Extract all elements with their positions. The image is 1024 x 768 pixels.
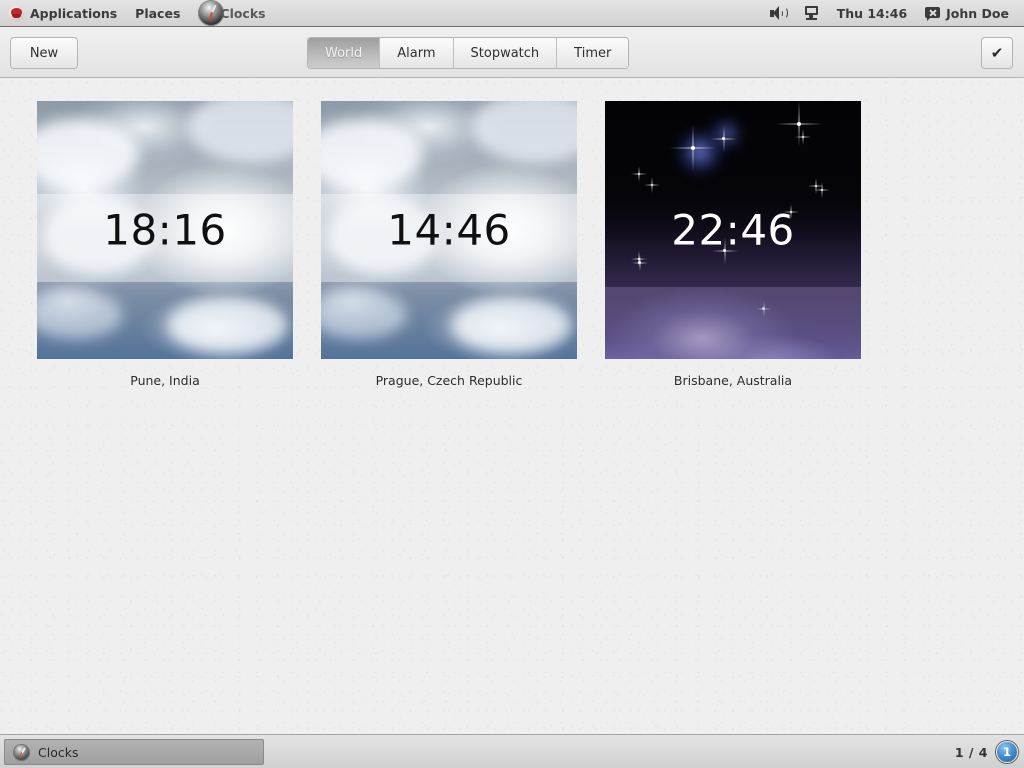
world-clocks-view: 18:16 Pune, India 14:46 Prague, Czech Re… [0,79,1024,734]
star [821,189,823,191]
clock-location-label: Pune, India [130,373,200,388]
clock-icon [13,743,30,761]
tab-alarm-label: Alarm [397,45,436,61]
star [722,137,725,140]
cloud-shape [167,297,287,353]
clock-tile-night[interactable]: 22:46 [605,101,861,359]
panel-clock-label: Thu 14:46 [836,5,908,21]
places-menu[interactable]: Places [126,0,189,26]
tab-timer[interactable]: Timer [557,38,629,68]
app-menu-clocks[interactable]: Clocks [189,0,274,26]
clock-tile-day[interactable]: 14:46 [321,101,577,359]
clock-time: 14:46 [387,205,511,255]
star-glow [709,117,743,151]
star [638,173,640,175]
new-button-label: New [29,45,59,61]
display-icon [804,6,819,20]
volume-icon [769,6,788,20]
taskbar-window-clocks[interactable]: Clocks [4,739,264,765]
panel-status-group: Thu 14:46 John Doe [761,0,1018,26]
star [651,184,653,186]
tab-alarm[interactable]: Alarm [380,38,454,68]
done-button[interactable]: ✔ [981,37,1013,69]
tab-stopwatch-label: Stopwatch [470,45,540,61]
star [802,136,804,138]
tab-world-label: World [325,45,363,61]
clock-time: 22:46 [671,205,795,255]
horizon-glow [605,286,861,359]
star [815,185,817,187]
chat-bubble-icon [925,6,941,21]
star [638,261,641,264]
panel-menu-group: Applications Places Clocks [0,0,275,26]
clock-tile-day[interactable]: 18:16 [37,101,293,359]
tab-stopwatch[interactable]: Stopwatch [453,38,558,68]
display-indicator[interactable] [795,0,828,26]
applications-menu-label: Applications [30,5,118,21]
taskbar-window-label: Clocks [38,744,79,760]
clock-time: 18:16 [103,205,227,255]
panel-clock[interactable]: Thu 14:46 [828,0,916,26]
view-tabs: World Alarm Stopwatch Timer [307,37,630,69]
applications-menu[interactable]: Applications [0,0,126,26]
cloud-shape [451,297,571,353]
volume-indicator[interactable] [761,0,795,26]
clock-grid: 18:16 Pune, India 14:46 Prague, Czech Re… [23,101,875,388]
taskbar: Clocks 1 / 4 1 [0,734,1024,768]
check-icon: ✔ [990,43,1004,62]
clock-card-brisbane[interactable]: 22:46 Brisbane, Australia [591,101,875,388]
star [691,146,695,150]
places-menu-label: Places [135,5,181,21]
user-menu-label: John Doe [946,5,1009,21]
redhat-icon [9,5,24,21]
star [797,122,801,126]
workspace-current-badge[interactable]: 1 [996,741,1018,763]
clock-location-label: Brisbane, Australia [673,373,793,388]
workspace-switcher: 1 / 4 1 [955,739,1018,765]
clock-card-prague[interactable]: 14:46 Prague, Czech Republic [307,101,591,388]
workspace-count-label: 1 / 4 [954,744,988,760]
app-menu-label: Clocks [220,5,266,21]
user-menu[interactable]: John Doe [916,0,1018,26]
new-button[interactable]: New [10,37,78,69]
tab-world[interactable]: World [308,38,381,68]
top-panel: Applications Places Clocks Thu 14:46 Joh… [0,0,1024,27]
clock-card-pune[interactable]: 18:16 Pune, India [23,101,307,388]
app-toolbar: New World Alarm Stopwatch Timer ✔ [0,28,1024,78]
clock-location-label: Prague, Czech Republic [375,373,523,388]
tab-timer-label: Timer [574,45,612,61]
